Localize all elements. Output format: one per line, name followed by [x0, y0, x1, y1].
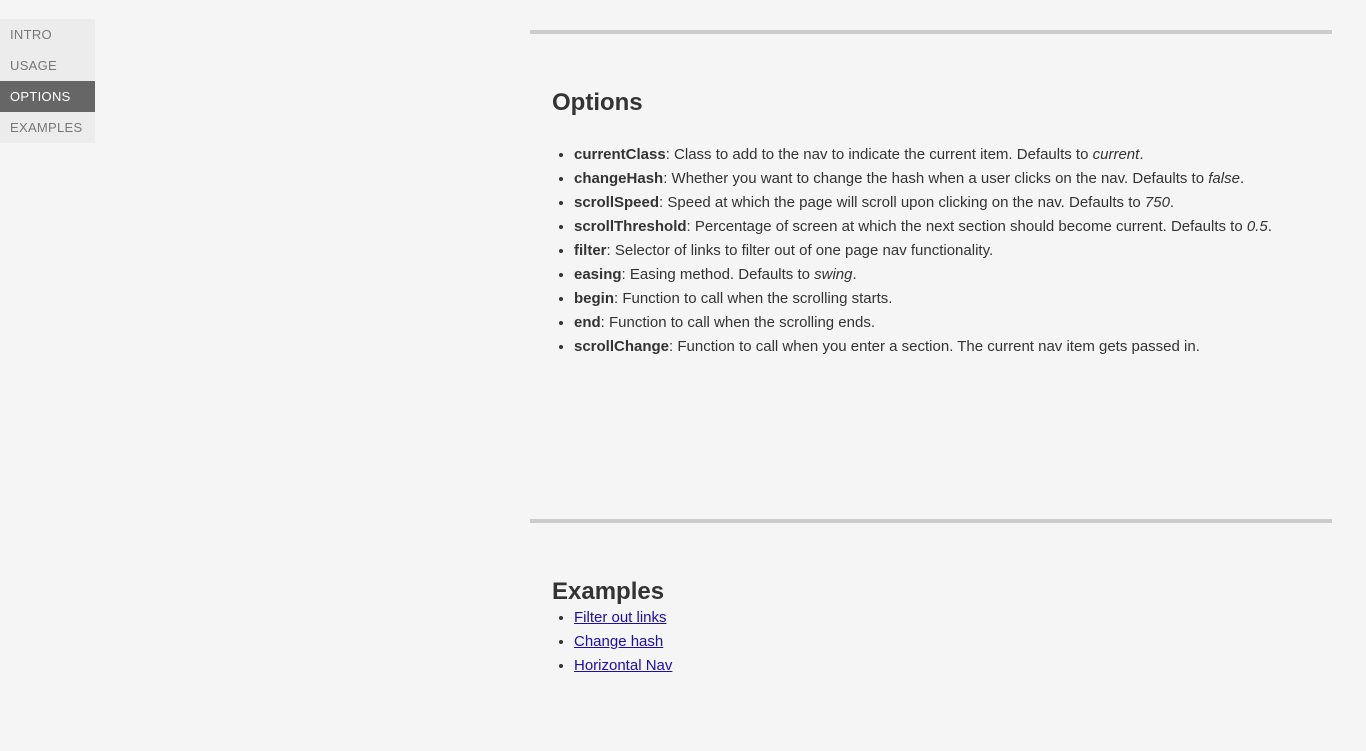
option-tail: . [1268, 218, 1272, 235]
example-link-filter[interactable]: Filter out links [574, 609, 667, 626]
option-default: swing [814, 266, 852, 283]
option-tail: . [1240, 170, 1244, 187]
examples-section: Examples Filter out links Change hash Ho… [530, 519, 1332, 708]
option-desc: : Whether you want to change the hash wh… [663, 170, 1208, 187]
example-item: Filter out links [574, 606, 1310, 630]
option-item: currentClass: Class to add to the nav to… [574, 143, 1310, 167]
option-desc: : Function to call when the scrolling st… [614, 290, 892, 307]
option-name: changeHash [574, 170, 663, 187]
option-default: 0.5 [1247, 218, 1268, 235]
sidebar-item-options[interactable]: OPTIONS [0, 81, 95, 112]
option-item: filter: Selector of links to filter out … [574, 239, 1310, 263]
option-name: begin [574, 290, 614, 307]
option-name: easing [574, 266, 622, 283]
options-list: currentClass: Class to add to the nav to… [552, 143, 1310, 359]
option-desc: : Function to call when you enter a sect… [669, 338, 1200, 355]
option-name: scrollThreshold [574, 218, 687, 235]
option-desc: : Percentage of screen at which the next… [687, 218, 1247, 235]
option-default: 750 [1145, 194, 1170, 211]
example-link-changehash[interactable]: Change hash [574, 633, 663, 650]
option-desc: : Selector of links to filter out of one… [607, 242, 994, 259]
option-tail: . [1139, 146, 1143, 163]
option-default: current [1093, 146, 1140, 163]
options-section: Options currentClass: Class to add to th… [530, 30, 1332, 519]
option-name: filter [574, 242, 607, 259]
option-name: end [574, 314, 601, 331]
option-item: begin: Function to call when the scrolli… [574, 287, 1310, 311]
option-item: changeHash: Whether you want to change t… [574, 167, 1310, 191]
option-name: currentClass [574, 146, 666, 163]
option-item: scrollChange: Function to call when you … [574, 335, 1310, 359]
sidebar-item-usage[interactable]: USAGE [0, 50, 95, 81]
sidebar-nav: INTRO USAGE OPTIONS EXAMPLES [0, 19, 95, 143]
main-content: Options currentClass: Class to add to th… [530, 0, 1332, 708]
option-default: false [1208, 170, 1240, 187]
option-item: scrollThreshold: Percentage of screen at… [574, 215, 1310, 239]
options-heading: Options [552, 89, 1310, 117]
option-desc: : Function to call when the scrolling en… [601, 314, 875, 331]
option-item: easing: Easing method. Defaults to swing… [574, 263, 1310, 287]
option-item: scrollSpeed: Speed at which the page wil… [574, 191, 1310, 215]
option-desc: : Class to add to the nav to indicate th… [666, 146, 1093, 163]
examples-heading: Examples [552, 578, 1310, 606]
option-name: scrollChange [574, 338, 669, 355]
option-name: scrollSpeed [574, 194, 659, 211]
examples-list: Filter out links Change hash Horizontal … [552, 606, 1310, 678]
example-link-horizontal[interactable]: Horizontal Nav [574, 657, 672, 674]
example-item: Horizontal Nav [574, 654, 1310, 678]
option-tail: . [1170, 194, 1174, 211]
sidebar-item-intro[interactable]: INTRO [0, 19, 95, 50]
option-desc: : Speed at which the page will scroll up… [659, 194, 1145, 211]
example-item: Change hash [574, 630, 1310, 654]
option-tail: . [853, 266, 857, 283]
option-item: end: Function to call when the scrolling… [574, 311, 1310, 335]
sidebar-item-examples[interactable]: EXAMPLES [0, 112, 95, 143]
option-desc: : Easing method. Defaults to [622, 266, 815, 283]
